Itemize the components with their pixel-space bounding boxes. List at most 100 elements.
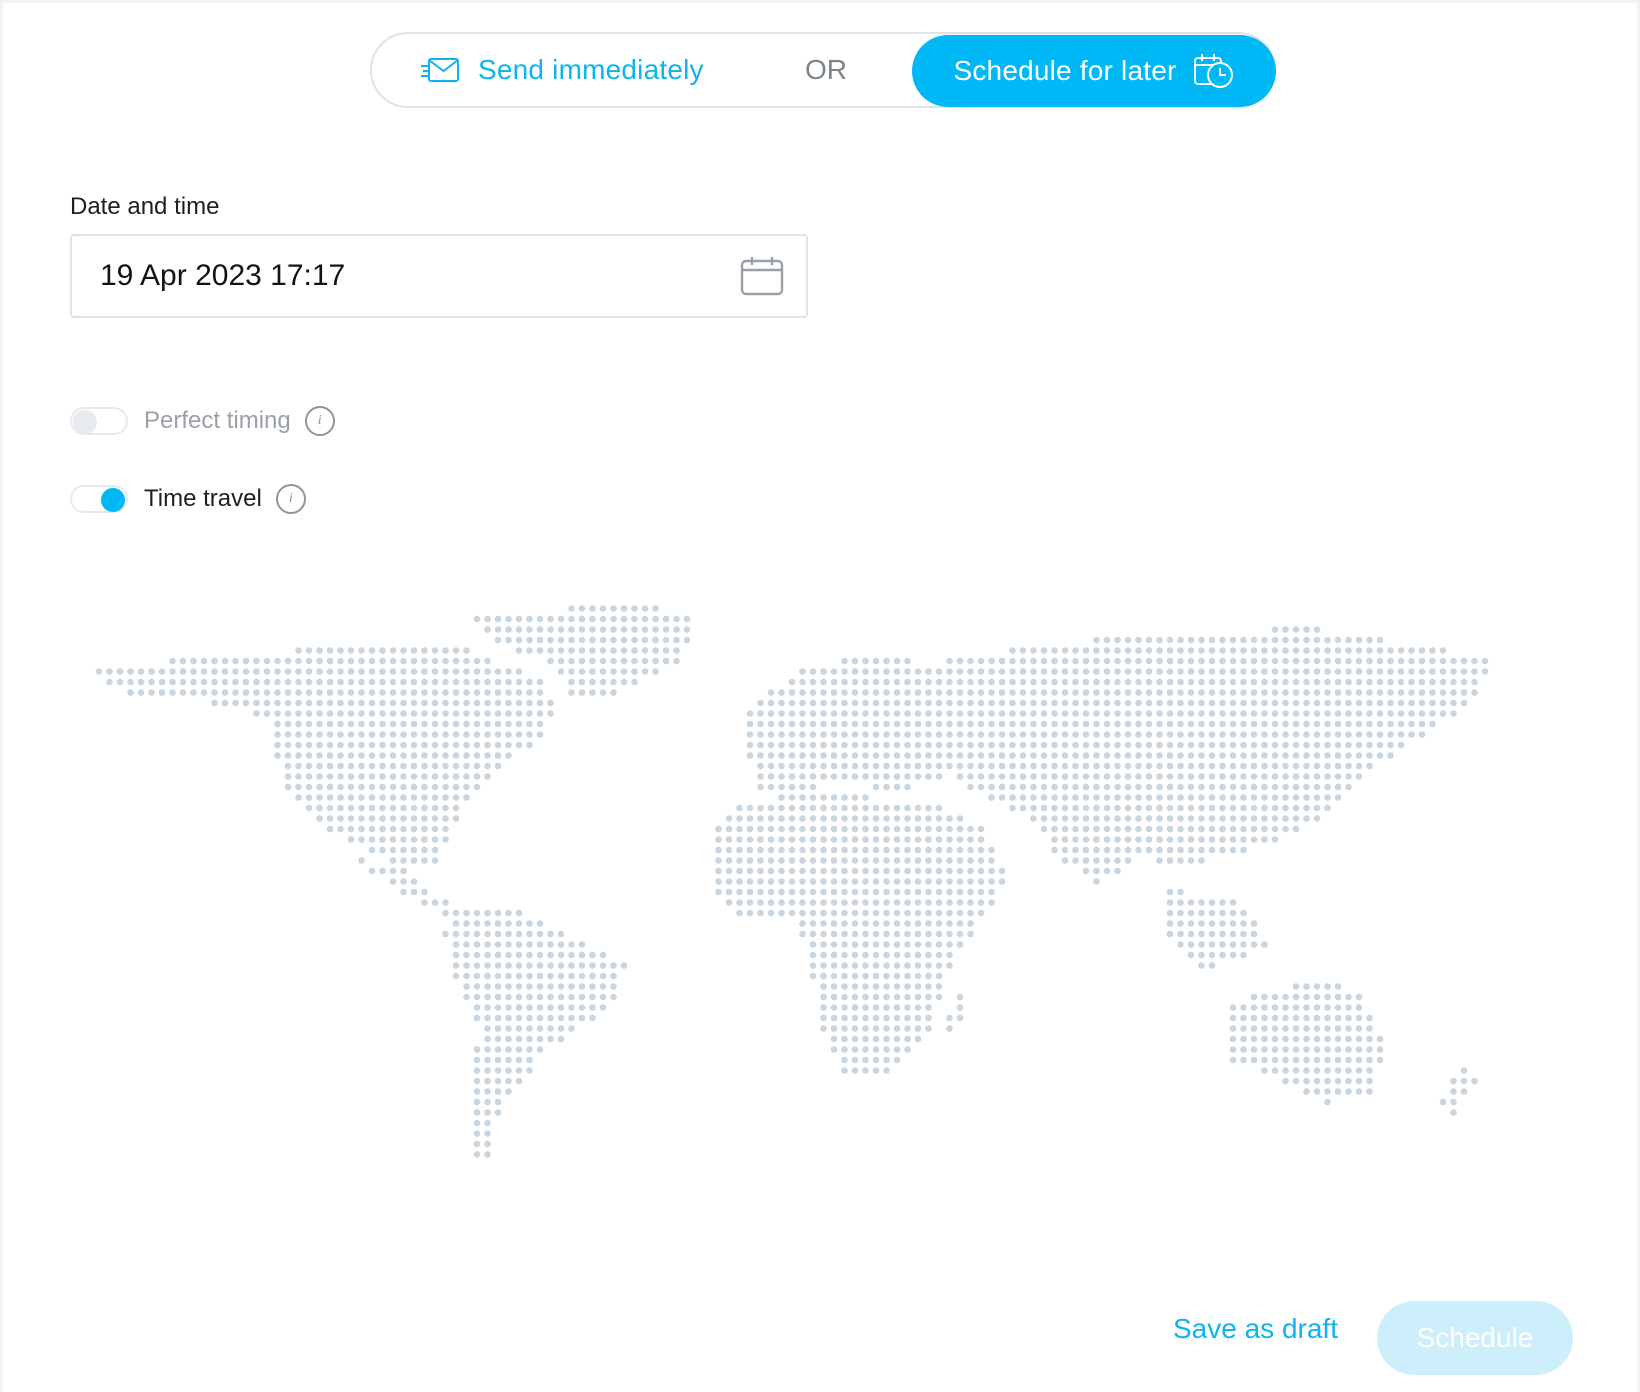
map-dot (893, 783, 901, 791)
map-dot (389, 741, 397, 749)
map-dot (1229, 647, 1237, 654)
map-dot (442, 773, 449, 780)
map-dot (484, 972, 491, 980)
map-dot (904, 857, 911, 864)
map-dot (1387, 689, 1394, 696)
map-dot (368, 752, 376, 759)
perfect-timing-toggle[interactable] (70, 407, 128, 435)
map-dot (1124, 815, 1132, 822)
map-dot (127, 678, 134, 686)
map-dot (473, 1067, 481, 1074)
map-dot (1093, 731, 1100, 738)
map-dot (809, 668, 817, 675)
map-dot (515, 1067, 523, 1074)
map-dot (1019, 678, 1027, 686)
map-dot (1187, 794, 1195, 801)
save-as-draft-button[interactable]: Save as draft (1173, 1313, 1338, 1345)
map-dot (1334, 1025, 1342, 1032)
map-dot (1177, 888, 1184, 896)
map-dot (1355, 1004, 1363, 1011)
map-dot (946, 846, 953, 854)
map-dot (305, 783, 313, 791)
map-dot (316, 710, 323, 717)
map-dot (1240, 647, 1247, 654)
map-dot (484, 1098, 491, 1106)
map-dot (841, 836, 848, 843)
map-dot (326, 752, 334, 759)
map-dot (757, 720, 764, 728)
map-dot (1261, 1035, 1268, 1043)
map-dot (568, 678, 575, 686)
time-travel-toggle[interactable] (70, 485, 128, 513)
map-dot (274, 678, 281, 686)
map-dot (1240, 762, 1247, 770)
map-dot (998, 689, 1006, 696)
map-dot (925, 878, 932, 885)
map-dot (337, 689, 344, 696)
map-dot (1103, 668, 1111, 675)
schedule-button[interactable]: Schedule (1377, 1301, 1573, 1375)
map-dot (1072, 804, 1079, 812)
map-dot (998, 668, 1006, 675)
map-dot (1040, 804, 1048, 812)
info-icon[interactable]: i (275, 484, 306, 514)
map-dot (358, 783, 365, 791)
map-dot (935, 972, 943, 980)
map-dot (137, 668, 145, 675)
map-dot (1219, 752, 1226, 759)
map-dot (1082, 836, 1090, 843)
map-dot (1250, 1056, 1258, 1064)
map-dot (1145, 689, 1153, 696)
map-dot (788, 699, 796, 707)
schedule-for-later-button[interactable]: Schedule for later (912, 35, 1276, 107)
map-dot (778, 699, 785, 707)
map-dot (1313, 1014, 1321, 1022)
map-dot (431, 857, 439, 864)
map-dot (652, 657, 659, 665)
map-dot (925, 867, 932, 875)
map-dot (1387, 678, 1394, 686)
map-dot (1261, 720, 1268, 728)
map-dot (1187, 783, 1195, 791)
map-dot (1282, 825, 1289, 833)
map-dot (1145, 794, 1153, 801)
map-dot (1261, 699, 1268, 707)
send-immediately-button[interactable]: Send immediately (420, 34, 704, 106)
map-dot (494, 1098, 502, 1106)
map-dot (494, 1025, 502, 1032)
map-dot (1334, 783, 1342, 791)
map-dot (904, 867, 911, 875)
map-dot (610, 678, 617, 686)
map-dot (1240, 825, 1247, 833)
map-dot (1124, 699, 1132, 707)
map-dot (326, 699, 334, 707)
map-dot (1324, 1067, 1331, 1074)
map-dot (1198, 951, 1205, 959)
map-dot (778, 815, 785, 822)
map-dot (862, 825, 869, 833)
map-dot (1187, 668, 1195, 675)
info-icon[interactable]: i (304, 406, 335, 436)
map-dot (505, 1077, 512, 1085)
map-dot (1093, 836, 1100, 843)
map-dot (1114, 836, 1121, 843)
map-dot (725, 846, 733, 854)
map-dot (389, 794, 397, 801)
map-dot (589, 626, 596, 633)
map-dot (1240, 710, 1247, 717)
map-dot (1187, 657, 1195, 665)
map-dot (841, 951, 848, 959)
map-dot (946, 962, 953, 969)
map-dot (935, 678, 943, 686)
map-dot (872, 920, 880, 927)
map-dot (484, 1046, 491, 1053)
map-dot (484, 720, 491, 728)
map-dot (1219, 773, 1226, 780)
map-dot (589, 993, 596, 1001)
calendar-icon[interactable] (740, 256, 784, 296)
map-dot (1366, 1046, 1373, 1053)
map-dot (1156, 668, 1163, 675)
map-dot (200, 657, 208, 665)
date-time-field[interactable]: 19 Apr 2023 17:17 (70, 234, 808, 318)
map-dot (736, 878, 743, 885)
